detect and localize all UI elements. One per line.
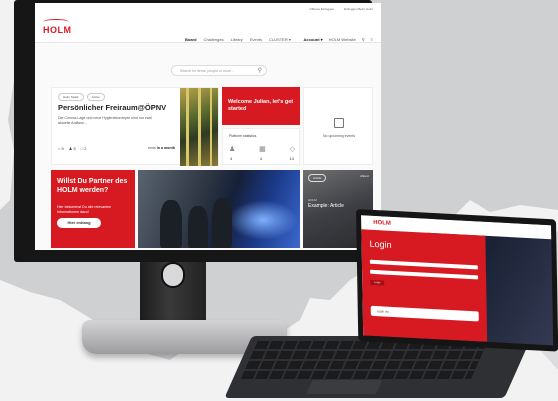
stat-value: 4 (259, 156, 262, 161)
laptop-holm-logo[interactable]: HOLM (373, 220, 391, 227)
nav-item-cluster[interactable]: CLUSTER ▾ (269, 37, 291, 42)
platform-stats-label: Platform statistics (229, 134, 257, 138)
ideas-count: □ 2 (80, 146, 87, 151)
tag-holm-spark: Holm Spark (58, 93, 84, 101)
feature-tags: Holm Spark Active (58, 93, 105, 101)
feature-description: Die Corona-Lage und neue Hygienekonzepte… (58, 116, 153, 125)
top-link-2[interactable]: Einloggen Beim Holm (344, 7, 373, 11)
search-icon[interactable]: ⚲ (362, 37, 365, 42)
login-button[interactable]: Login (370, 279, 385, 286)
person-figure (212, 198, 232, 248)
main-nav: Board Challenges Library Events CLUSTER … (185, 37, 291, 42)
tag-active: Active (86, 93, 105, 101)
ideas-icon: ◇ (289, 146, 295, 153)
bus-interior-image (180, 88, 218, 166)
search-placeholder: Search for items, people or more... (180, 69, 234, 73)
laptop-screen: HOLM Login Login Login via ... (361, 215, 554, 346)
calendar-icon (334, 118, 344, 128)
article-brand: Allianz (360, 174, 369, 178)
person-figure (160, 200, 182, 248)
article-label: HOLM (308, 198, 317, 202)
network-glow (228, 200, 298, 240)
participants-count: ♟ 5 (68, 146, 76, 151)
login-alt-button[interactable]: Login via ... (370, 305, 479, 322)
platform-stats-icons: ♟ ▦ ◇ (229, 145, 295, 153)
login-heading: Login (369, 238, 392, 250)
person-figure (188, 206, 208, 248)
login-panel: Login Login Login via ... (361, 229, 488, 342)
partner-card: Willst Du Partner des HOLM werden? Hier … (51, 170, 135, 248)
password-field[interactable] (370, 269, 479, 280)
feature-deadline: ends in a month (148, 146, 175, 150)
monitor-screen: HOLM Offenes Einloggen Einloggen Beim Ho… (35, 3, 381, 250)
users-icon: ♟ (229, 146, 236, 153)
holm-logo[interactable]: HOLM (43, 25, 72, 35)
laptop-frame: HOLM Login Login Login via ... (356, 209, 558, 352)
tag-article: Article (308, 174, 327, 182)
platform-stats-values: 4 4 14 (229, 156, 295, 161)
nav-item-events[interactable]: Events (250, 37, 262, 42)
feature-title: Persönlicher Freiraum@ÖPNV (58, 103, 167, 112)
touchpad (306, 380, 383, 394)
events-card: No upcoming events (303, 87, 373, 165)
top-links: Offenes Einloggen Einloggen Beim Holm (310, 7, 374, 11)
email-field[interactable] (369, 259, 478, 270)
search-input[interactable]: Search for items, people or more... ⚲ (171, 65, 267, 76)
cards-icon: ▦ (259, 146, 266, 153)
platform-stats-card: Platform statistics ♟ ▦ ◇ 4 4 14 (222, 128, 300, 165)
partner-title: Willst Du Partner des HOLM werden? (57, 178, 128, 194)
feature-card[interactable]: Holm Spark Active Persönlicher Freiraum@… (51, 87, 219, 166)
nav-item-board[interactable]: Board (185, 37, 197, 42)
nav-item-library[interactable]: Library (231, 37, 243, 42)
site-header: HOLM Offenes Einloggen Einloggen Beim Ho… (35, 3, 381, 43)
welcome-card[interactable]: Welcome Julian, let's get started (222, 87, 300, 125)
comments-count: ○ 5 (58, 146, 64, 151)
nav-item-challenges[interactable]: Challenges (204, 37, 224, 42)
top-link-1[interactable]: Offenes Einloggen (310, 7, 335, 11)
feature-stats: ○ 5 ♟ 5 □ 2 (58, 146, 86, 151)
partner-description: Hier bekommst Du alle relevanten Informa… (57, 205, 112, 214)
article-title: Example: Article (308, 203, 344, 209)
nav-right: Account ▾ HOLM Website ⚲ ≡ (304, 37, 373, 42)
desktop-monitor: HOLM Offenes Einloggen Einloggen Beim Ho… (14, 0, 381, 262)
welcome-text: Welcome Julian, let's get started (228, 99, 294, 112)
stat-value: 14 (289, 156, 294, 161)
partner-button[interactable]: Hier entlang (57, 218, 101, 228)
nav-item-account[interactable]: Account ▾ (304, 37, 323, 42)
team-image-card[interactable] (138, 170, 300, 248)
stat-value: 4 (230, 156, 233, 161)
laptop: HOLM Login Login Login via ... (356, 209, 558, 370)
nav-item-holm-website[interactable]: HOLM Website (329, 37, 356, 42)
search-field-icon: ⚲ (257, 68, 262, 74)
monitor-stand-cable-hole (161, 262, 185, 288)
menu-icon[interactable]: ≡ (371, 37, 373, 42)
events-empty-text: No upcoming events (323, 134, 355, 138)
